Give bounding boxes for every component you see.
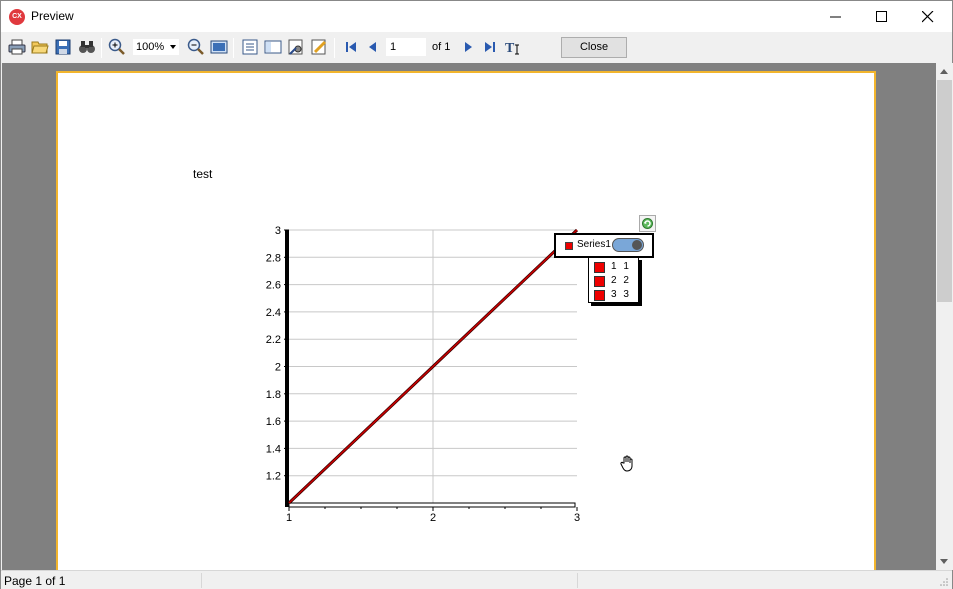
refresh-icon[interactable] — [639, 215, 656, 232]
chevron-down-icon — [170, 45, 176, 49]
y-tick-label: 2.4 — [266, 307, 281, 319]
resize-grip-icon[interactable] — [939, 577, 949, 587]
first-page-icon[interactable] — [342, 38, 360, 56]
close-button[interactable]: Close — [561, 37, 627, 58]
y-tick-label: 1.2 — [266, 471, 281, 483]
chart-legend: Series1 — [554, 233, 654, 258]
vertical-scrollbar[interactable] — [936, 63, 953, 570]
save-icon[interactable] — [54, 38, 72, 56]
point-value: 1 1 — [611, 261, 631, 272]
page-number-input[interactable]: 1 — [386, 38, 426, 56]
y-tick-label: 2.2 — [266, 334, 281, 346]
toolbar-separator — [334, 38, 335, 58]
zoom-in-icon[interactable] — [108, 38, 126, 56]
line-chart: 1.2 1.4 1.6 1.8 2 2.2 2.4 2.6 2.8 3 1 2 3 — [266, 225, 580, 524]
zoom-select[interactable]: 100% — [132, 38, 180, 56]
zoom-value: 100% — [136, 41, 165, 53]
y-tick-label: 2.6 — [266, 280, 281, 292]
edit-icon[interactable] — [310, 38, 328, 56]
x-axis-line — [288, 502, 576, 508]
y-tick-label: 2 — [275, 362, 281, 374]
legend-swatch — [565, 242, 573, 250]
close-icon — [922, 11, 934, 23]
minimize-button[interactable] — [813, 1, 859, 32]
print-icon[interactable] — [8, 38, 26, 56]
legend-series-label: Series1 — [577, 239, 611, 250]
scroll-down-icon[interactable] — [940, 559, 948, 564]
point-value: 2 2 — [611, 275, 631, 286]
title-bar: CX Preview — [1, 1, 952, 32]
toolbar-separator — [101, 38, 102, 58]
scroll-up-icon[interactable] — [940, 69, 948, 74]
x-tick-label: 1 — [286, 512, 292, 524]
point-swatch — [594, 290, 605, 301]
list-item: 2 2 — [594, 275, 638, 289]
preview-area[interactable]: test 1.2 1.4 1.6 1.8 2 2.2 2.4 2.6 2.8 3 1 2 3 Serie… — [2, 63, 936, 570]
y-tick-label: 1.6 — [266, 416, 281, 428]
next-page-icon[interactable] — [459, 38, 477, 56]
status-bar: Page 1 of 1 — [1, 570, 952, 589]
open-folder-icon[interactable] — [31, 38, 49, 56]
x-tick-label: 2 — [430, 512, 436, 524]
last-page-icon[interactable] — [481, 38, 499, 56]
y-tick-label: 1.4 — [266, 443, 281, 455]
data-points-list: 1 1 2 2 3 3 — [588, 257, 639, 303]
status-divider — [201, 573, 202, 588]
page-count-label: of 1 — [432, 41, 451, 53]
list-item: 3 3 — [594, 289, 638, 303]
x-tick-label: 3 — [574, 512, 580, 524]
hand-cursor-icon — [620, 455, 633, 472]
page-view-icon[interactable] — [210, 38, 228, 56]
y-tick-label: 1.8 — [266, 389, 281, 401]
preview-window: CX Preview 100% 1 of 1 T Close test 1.2 … — [0, 0, 953, 589]
maximize-button[interactable] — [859, 1, 905, 32]
y-axis-line — [285, 230, 289, 507]
window-title: Preview — [31, 9, 74, 23]
point-swatch — [594, 262, 605, 273]
y-tick-label: 3 — [275, 225, 281, 237]
point-swatch — [594, 276, 605, 287]
list-item: 1 1 — [594, 261, 638, 275]
point-value: 3 3 — [611, 289, 631, 300]
scrollbar-thumb[interactable] — [937, 80, 952, 302]
toolbar-separator — [233, 38, 234, 58]
page-settings-icon[interactable] — [287, 38, 305, 56]
zoom-out-icon[interactable] — [187, 38, 205, 56]
report-page: test 1.2 1.4 1.6 1.8 2 2.2 2.4 2.6 2.8 3 1 2 3 Serie… — [56, 71, 876, 570]
series-toggle[interactable] — [612, 238, 644, 252]
text-tool-icon[interactable]: T — [504, 38, 522, 56]
app-icon: CX — [9, 9, 25, 25]
toggle-knob — [632, 240, 642, 250]
minimize-icon — [830, 16, 841, 18]
find-binoculars-icon[interactable] — [78, 38, 96, 56]
thumbnails-icon[interactable] — [264, 38, 282, 56]
window-close-button[interactable] — [905, 1, 951, 32]
status-divider — [577, 573, 578, 588]
svg-text:T: T — [505, 41, 515, 56]
y-tick-label: 2.8 — [266, 252, 281, 264]
status-page-text: Page 1 of 1 — [4, 574, 66, 588]
toolbar: 100% 1 of 1 T Close — [1, 32, 952, 62]
outline-icon[interactable] — [241, 38, 259, 56]
previous-page-icon[interactable] — [364, 38, 382, 56]
maximize-icon — [876, 11, 887, 22]
